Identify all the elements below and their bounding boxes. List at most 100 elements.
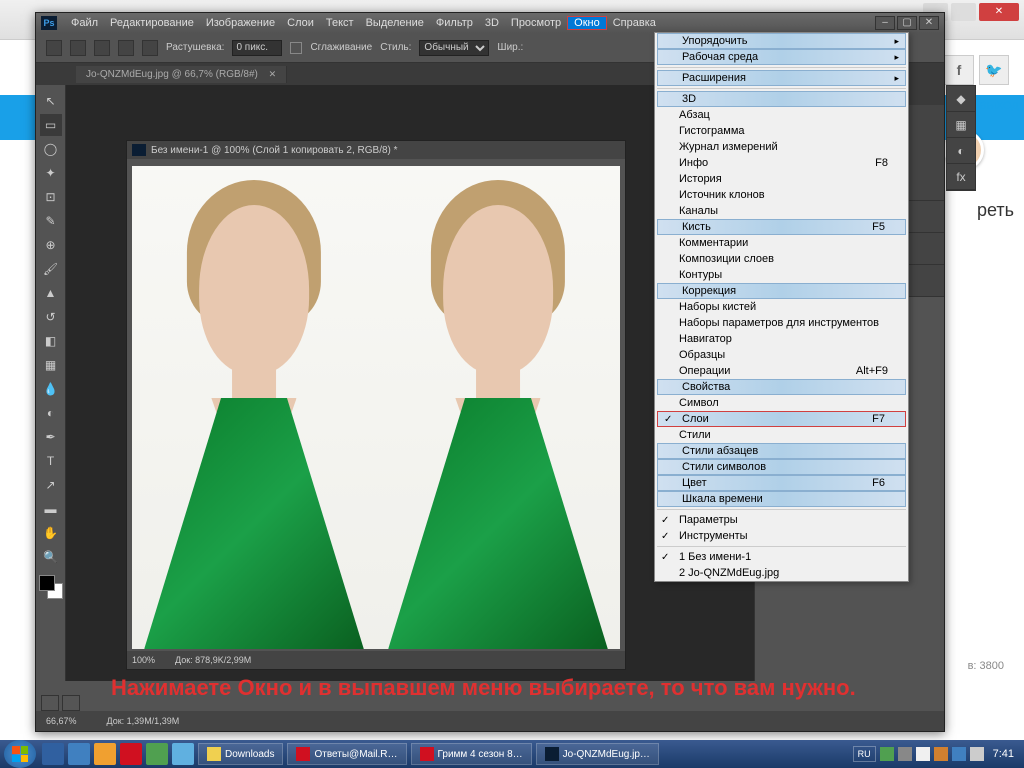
menu-item-история[interactable]: История <box>655 171 908 187</box>
taskbar-clock[interactable]: 7:41 <box>988 748 1019 760</box>
move-tool[interactable]: ↖ <box>40 90 62 112</box>
screen-mode-button[interactable] <box>62 695 80 711</box>
menu-select[interactable]: Выделение <box>360 17 430 29</box>
ps-max-button[interactable]: ▢ <box>897 16 917 30</box>
menu-text[interactable]: Текст <box>320 17 360 29</box>
pen-tool[interactable]: ✒ <box>40 426 62 448</box>
antialias-checkbox[interactable] <box>290 42 302 54</box>
stamp-tool[interactable]: ▲ <box>40 282 62 304</box>
path-tool[interactable]: ↗ <box>40 474 62 496</box>
hand-tool[interactable]: ✋ <box>40 522 62 544</box>
tab-close-icon[interactable]: ✕ <box>269 69 277 79</box>
quicklaunch-2[interactable] <box>68 743 90 765</box>
menu-filter[interactable]: Фильтр <box>430 17 479 29</box>
menu-item-навигатор[interactable]: Навигатор <box>655 331 908 347</box>
taskbar-task-grimm[interactable]: Гримм 4 сезон 8… <box>411 743 532 765</box>
doc-zoom[interactable]: 100% <box>132 655 155 665</box>
menu-window[interactable]: Окно <box>567 16 607 30</box>
menu-file[interactable]: Файл <box>65 17 104 29</box>
tray-icon-4[interactable] <box>934 747 948 761</box>
menu-item-комментарии[interactable]: Комментарии <box>655 235 908 251</box>
quicklaunch-3[interactable] <box>94 743 116 765</box>
marquee-tool[interactable]: ▭ <box>40 114 62 136</box>
quicklaunch-opera[interactable] <box>120 743 142 765</box>
menu-item-слои[interactable]: ✓СлоиF7 <box>657 411 906 427</box>
document-tab-1[interactable]: Jo-QNZMdEug.jpg @ 66,7% (RGB/8#) ✕ <box>76 66 287 83</box>
menu-item-кисть[interactable]: КистьF5 <box>657 219 906 235</box>
shape-tool[interactable]: ▬ <box>40 498 62 520</box>
taskbar-task-mail[interactable]: Ответы@Mail.R… <box>287 743 406 765</box>
taskbar-task-downloads[interactable]: Downloads <box>198 743 283 765</box>
document-canvas[interactable] <box>132 166 620 649</box>
type-tool[interactable]: T <box>40 450 62 472</box>
menu-item-расширения[interactable]: Расширения▸ <box>657 70 906 86</box>
menu-help[interactable]: Справка <box>607 17 662 29</box>
language-indicator[interactable]: RU <box>853 746 876 762</box>
menu-item-образцы[interactable]: Образцы <box>655 347 908 363</box>
menu-item-цвет[interactable]: ЦветF6 <box>657 475 906 491</box>
browser-close-button[interactable]: ✕ <box>979 3 1019 21</box>
styles-panel-icon[interactable]: fx <box>947 164 975 190</box>
quicklaunch-6[interactable] <box>172 743 194 765</box>
marquee-mode-1[interactable] <box>70 40 86 56</box>
eraser-tool[interactable]: ◧ <box>40 330 62 352</box>
healing-tool[interactable]: ⊕ <box>40 234 62 256</box>
menu-3d[interactable]: 3D <box>479 17 505 29</box>
quicklaunch-5[interactable] <box>146 743 168 765</box>
menu-item-наборы-кистей[interactable]: Наборы кистей <box>655 299 908 315</box>
menu-item-символ[interactable]: Символ <box>655 395 908 411</box>
menu-item-абзац[interactable]: Абзац <box>655 107 908 123</box>
twitter-icon[interactable]: 🐦 <box>979 55 1009 85</box>
menu-item-1-без-имени-1[interactable]: ✓1 Без имени-1 <box>655 549 908 565</box>
menu-image[interactable]: Изображение <box>200 17 281 29</box>
quicklaunch-1[interactable] <box>42 743 64 765</box>
swatches-panel-icon[interactable]: ▦ <box>947 112 975 138</box>
crop-tool[interactable]: ⊡ <box>40 186 62 208</box>
style-select[interactable]: Обычный <box>419 40 489 56</box>
menu-item-каналы[interactable]: Каналы <box>655 203 908 219</box>
ps-close-button[interactable]: ✕ <box>919 16 939 30</box>
feather-input[interactable] <box>232 40 282 56</box>
menu-item-2-jo-qnzmdeug.jpg[interactable]: 2 Jo-QNZMdEug.jpg <box>655 565 908 581</box>
eyedropper-tool[interactable]: ✎ <box>40 210 62 232</box>
menu-item-журнал-измерений[interactable]: Журнал измерений <box>655 139 908 155</box>
menu-item-источник-клонов[interactable]: Источник клонов <box>655 187 908 203</box>
marquee-mode-2[interactable] <box>94 40 110 56</box>
menu-item-наборы-параметров-для-инструментов[interactable]: Наборы параметров для инструментов <box>655 315 908 331</box>
menu-item-шкала-времени[interactable]: Шкала времени <box>657 491 906 507</box>
menu-item-стили[interactable]: Стили <box>655 427 908 443</box>
gradient-tool[interactable]: ▦ <box>40 354 62 376</box>
blur-tool[interactable]: 💧 <box>40 378 62 400</box>
menu-item-3d[interactable]: 3D <box>657 91 906 107</box>
history-brush-tool[interactable]: ↺ <box>40 306 62 328</box>
menu-edit[interactable]: Редактирование <box>104 17 200 29</box>
menu-item-операции[interactable]: ОперацииAlt+F9 <box>655 363 908 379</box>
foreground-color[interactable] <box>39 575 55 591</box>
document-window[interactable]: Без имени-1 @ 100% (Слой 1 копировать 2,… <box>126 140 626 670</box>
marquee-mode-4[interactable] <box>142 40 158 56</box>
quick-mask-button[interactable] <box>41 695 59 711</box>
start-button[interactable] <box>4 740 36 768</box>
menu-item-гистограмма[interactable]: Гистограмма <box>655 123 908 139</box>
brush-tool[interactable]: 🖌 <box>40 258 62 280</box>
adjustments-panel-icon[interactable]: ◐ <box>947 138 975 164</box>
menu-item-инфо[interactable]: ИнфоF8 <box>655 155 908 171</box>
menu-view[interactable]: Просмотр <box>505 17 567 29</box>
tray-volume-icon[interactable] <box>970 747 984 761</box>
menu-item-стили-символов[interactable]: Стили символов <box>657 459 906 475</box>
color-panel-icon[interactable]: ◆ <box>947 86 975 112</box>
browser-min-button[interactable] <box>951 3 976 21</box>
tray-icon-3[interactable] <box>916 747 930 761</box>
tool-preset-button[interactable] <box>46 40 62 56</box>
dodge-tool[interactable]: ◐ <box>40 402 62 424</box>
menu-item-стили-абзацев[interactable]: Стили абзацев <box>657 443 906 459</box>
menu-item-инструменты[interactable]: ✓Инструменты <box>655 528 908 544</box>
tray-icon-2[interactable] <box>898 747 912 761</box>
menu-item-рабочая-среда[interactable]: Рабочая среда▸ <box>657 49 906 65</box>
facebook-icon[interactable]: f <box>944 55 974 85</box>
color-swatches[interactable] <box>39 575 63 599</box>
menu-item-композиции-слоев[interactable]: Композиции слоев <box>655 251 908 267</box>
menu-item-упорядочить[interactable]: Упорядочить▸ <box>657 33 906 49</box>
logout-link[interactable]: ВЫХОД <box>979 100 1019 112</box>
marquee-mode-3[interactable] <box>118 40 134 56</box>
